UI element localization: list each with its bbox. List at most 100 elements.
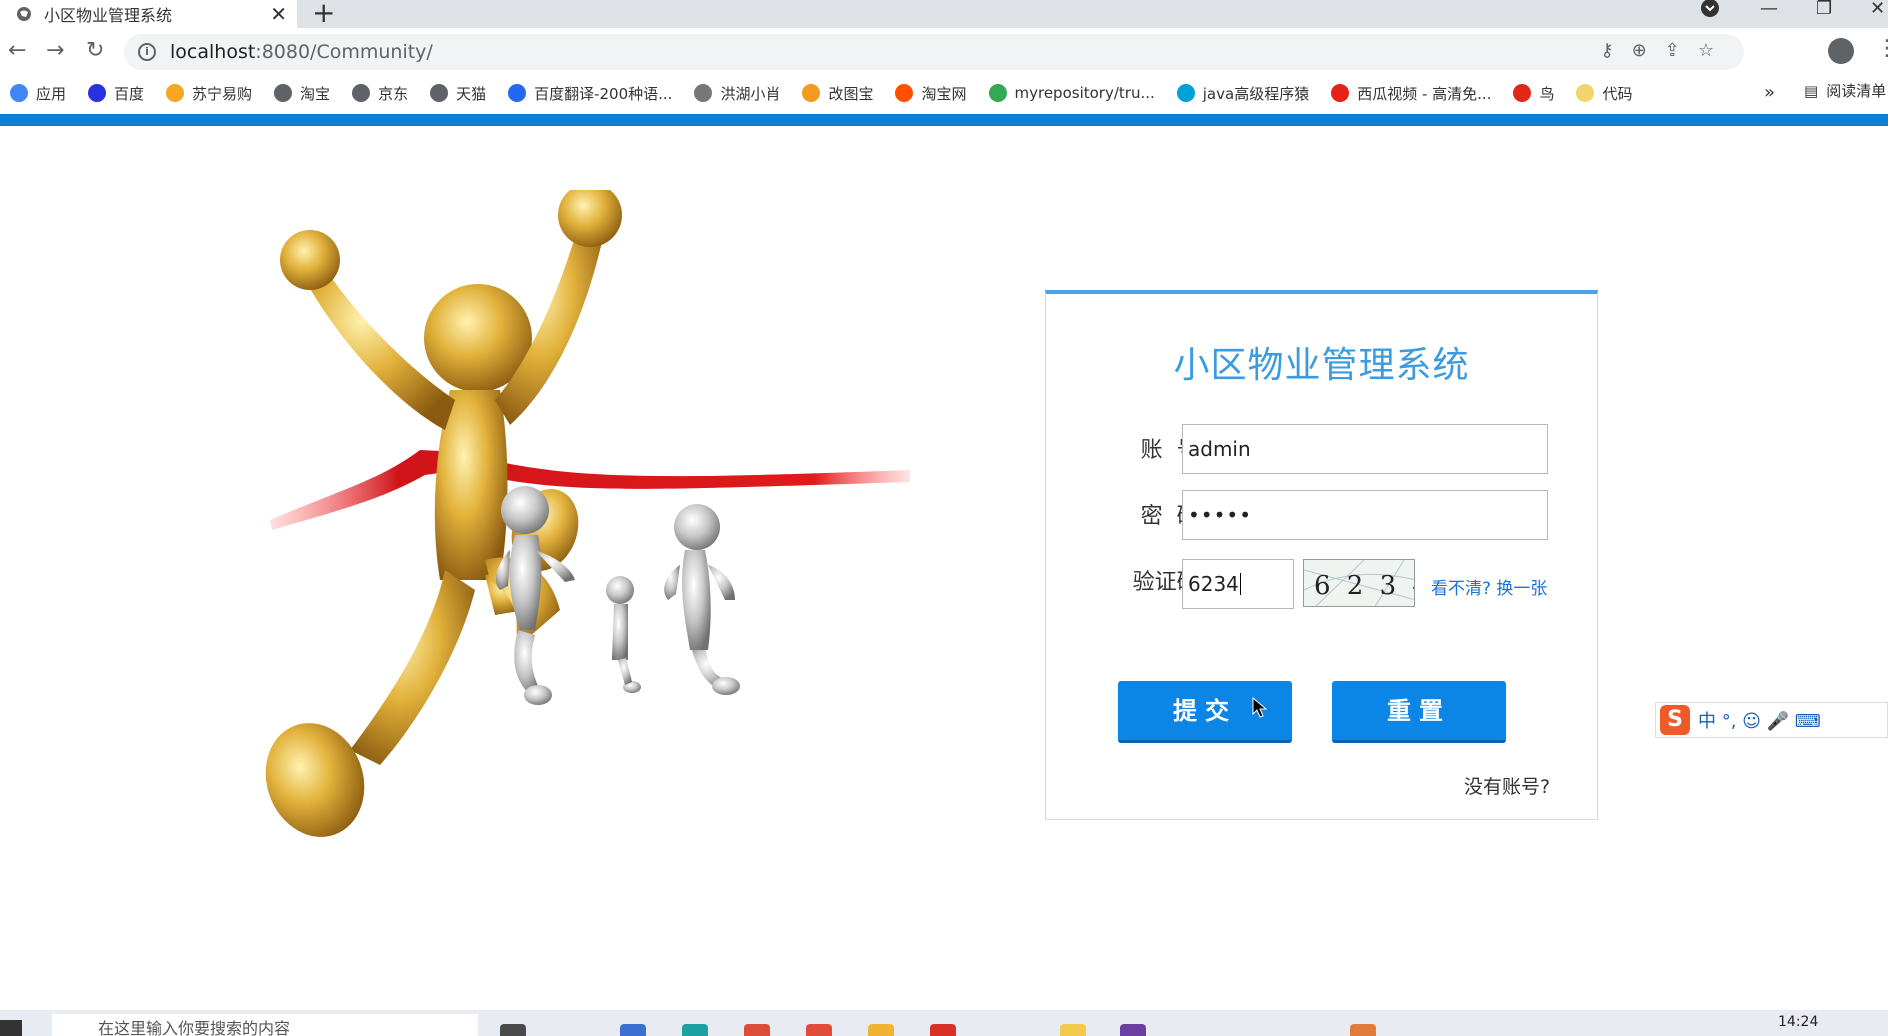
bookmark-label: 京东: [378, 84, 409, 103]
bookmark-favicon-icon: [166, 84, 185, 102]
captcha-input-value: 6234: [1188, 572, 1239, 596]
bookmark-item[interactable]: 苏宁易购: [166, 83, 252, 104]
bookmark-favicon-icon: [1176, 84, 1195, 102]
taskbar-app-icon[interactable]: [682, 1024, 708, 1036]
mouse-cursor-icon: [1252, 697, 1268, 718]
reading-list-button[interactable]: ▤ 阅读清单: [1804, 80, 1886, 101]
bookmark-label: 苏宁易购: [192, 84, 253, 103]
bookmark-label: 淘宝网: [921, 84, 967, 103]
bookmark-item[interactable]: myrepository/tru...: [988, 84, 1155, 102]
bookmark-label: 鸟: [1539, 84, 1555, 103]
captcha-input[interactable]: 6234: [1182, 559, 1294, 609]
taskbar-app-icon[interactable]: [1060, 1024, 1086, 1036]
register-link[interactable]: 没有账号?: [1464, 772, 1550, 799]
reading-list-label: 阅读清单: [1826, 82, 1887, 100]
bookmark-label: 应用: [36, 84, 67, 103]
bookmark-item[interactable]: 鸟: [1513, 83, 1554, 104]
refresh-captcha-link[interactable]: 看不清? 换一张: [1431, 574, 1547, 599]
bookmark-favicon-icon: [694, 84, 713, 102]
bookmarks-overflow-button[interactable]: »: [1764, 82, 1775, 103]
address-bar[interactable]: i localhost:8080/Community/ ⚷ ⊕ ⇪ ☆: [124, 34, 1744, 70]
tab-title: 小区物业管理系统: [44, 6, 173, 25]
close-tab-icon[interactable]: ✕: [270, 2, 287, 26]
password-input[interactable]: •••••: [1182, 490, 1548, 540]
ime-status-icons[interactable]: 中 °, ☺ 🎤 ⌨: [1698, 707, 1821, 733]
bookmark-star-icon[interactable]: ☆: [1698, 40, 1714, 61]
bookmark-item[interactable]: java高级程序猿: [1176, 83, 1310, 104]
back-icon[interactable]: ←: [8, 38, 26, 63]
tab-search-icon[interactable]: [1700, 0, 1720, 23]
browser-tab-strip: 小区物业管理系统 ✕ + — ❐ ✕: [0, 0, 1888, 29]
bookmark-favicon-icon: [10, 84, 28, 102]
key-icon[interactable]: ⚷: [1600, 40, 1613, 61]
winner-illustration: [265, 190, 910, 837]
taskbar-app-icon[interactable]: [930, 1024, 956, 1036]
sogou-logo-icon: S: [1660, 705, 1690, 735]
taskbar-app-icon[interactable]: [1120, 1024, 1146, 1036]
profile-avatar-icon[interactable]: [1828, 38, 1854, 64]
url-path: :8080/Community/: [255, 41, 433, 63]
login-panel: 小区物业管理系统 账 号: admin 密 码: ••••• 验证码: 6234…: [1045, 290, 1598, 820]
account-input[interactable]: admin: [1182, 424, 1548, 474]
bookmark-label: 百度翻译-200种语...: [534, 84, 673, 103]
captcha-text: 6 2 3 4: [1314, 571, 1415, 601]
close-window-icon[interactable]: ✕: [1870, 0, 1885, 19]
chrome-taskbar-icon[interactable]: [744, 1024, 770, 1036]
taskbar-clock: 14:24: [1778, 1014, 1819, 1030]
bookmark-item[interactable]: 淘宝: [274, 83, 330, 104]
browser-menu-icon[interactable]: ⋮: [1876, 36, 1888, 61]
browser-toolbar: ← → ↻ i localhost:8080/Community/ ⚷ ⊕ ⇪ …: [0, 28, 1888, 74]
browser-tab-active[interactable]: 小区物业管理系统 ✕: [0, 0, 297, 28]
bookmark-favicon-icon: [508, 84, 527, 102]
url-host: localhost: [170, 41, 256, 63]
restore-icon[interactable]: ❐: [1816, 0, 1832, 19]
taskbar-app-icon[interactable]: [500, 1024, 526, 1036]
bookmark-favicon-icon: [88, 84, 107, 102]
text-cursor: [1239, 573, 1241, 595]
bookmark-item[interactable]: 应用: [10, 83, 66, 104]
bookmark-favicon-icon: [895, 84, 914, 102]
taskbar-app-icon[interactable]: [1350, 1024, 1376, 1036]
bookmark-item[interactable]: 天猫: [430, 83, 486, 104]
bookmark-item[interactable]: 西瓜视频 - 高清免...: [1331, 83, 1491, 104]
captcha-image[interactable]: 6 2 3 4: [1303, 559, 1415, 607]
ime-toolbar[interactable]: S 中 °, ☺ 🎤 ⌨: [1655, 702, 1888, 738]
reload-icon[interactable]: ↻: [86, 38, 104, 63]
bookmark-favicon-icon: [1576, 84, 1595, 102]
page-header-strip: [0, 114, 1888, 126]
bookmark-item[interactable]: 京东: [352, 83, 408, 104]
bookmark-label: 洪湖小肖: [720, 84, 781, 103]
forward-icon[interactable]: →: [46, 38, 64, 63]
bookmark-item[interactable]: 淘宝网: [895, 83, 967, 104]
taskbar-app-icon[interactable]: [806, 1024, 832, 1036]
bookmark-label: java高级程序猿: [1202, 84, 1310, 103]
bookmark-item[interactable]: 百度: [88, 83, 144, 104]
bookmark-label: 改图宝: [828, 84, 874, 103]
bookmark-item[interactable]: 百度翻译-200种语...: [508, 83, 672, 104]
bookmark-label: myrepository/tru...: [1014, 84, 1155, 102]
bookmark-favicon-icon: [274, 84, 293, 102]
reading-list-icon: ▤: [1804, 81, 1819, 100]
bookmark-favicon-icon: [988, 84, 1007, 102]
bookmark-item[interactable]: 改图宝: [802, 83, 873, 104]
zoom-icon[interactable]: ⊕: [1632, 40, 1647, 61]
bookmark-label: 百度: [114, 84, 145, 103]
reset-button[interactable]: 重置: [1332, 681, 1506, 743]
minimize-icon[interactable]: —: [1760, 0, 1778, 19]
share-icon[interactable]: ⇪: [1665, 40, 1680, 61]
info-icon[interactable]: i: [138, 43, 156, 61]
bookmark-item[interactable]: 洪湖小肖: [694, 83, 780, 104]
bookmark-favicon-icon: [352, 84, 371, 102]
bookmark-favicon-icon: [430, 84, 449, 102]
windows-start-icon[interactable]: [0, 1020, 22, 1036]
bookmark-label: 淘宝: [300, 84, 331, 103]
taskbar-app-icon[interactable]: [620, 1024, 646, 1036]
bookmark-item[interactable]: 代码: [1576, 83, 1633, 104]
globe-icon: [17, 7, 31, 21]
bookmark-label: 代码: [1602, 84, 1633, 103]
new-tab-button[interactable]: +: [312, 0, 335, 29]
taskbar-search-input[interactable]: 在这里输入你要搜索的内容: [52, 1014, 478, 1036]
bookmarks-bar: 应用 百度 苏宁易购 淘宝 京东 天猫 百度翻译-200种语... 洪湖小肖 改图宝 淘宝网 myr…: [0, 74, 1888, 112]
bookmark-favicon-icon: [1513, 84, 1532, 102]
folder-taskbar-icon[interactable]: [868, 1024, 894, 1036]
